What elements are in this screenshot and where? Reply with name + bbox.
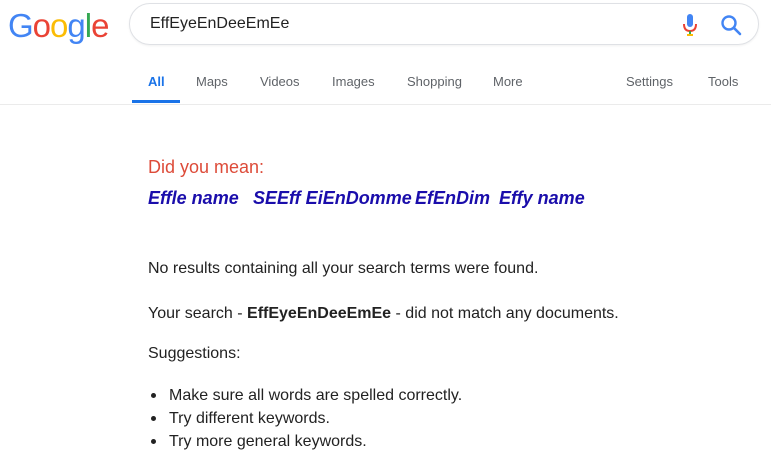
tab-more[interactable]: More <box>493 74 523 89</box>
active-tab-indicator <box>132 100 180 103</box>
list-item: Make sure all words are spelled correctl… <box>148 384 462 407</box>
tab-images[interactable]: Images <box>332 74 375 89</box>
your-search-prefix: Your search - <box>148 305 248 322</box>
logo-letter: o <box>50 7 68 44</box>
list-item: Try more general keywords. <box>148 430 462 453</box>
no-results-message: No results containing all your search te… <box>148 260 539 277</box>
search-icon[interactable] <box>720 14 742 36</box>
did-you-mean-label: Did you mean: <box>148 157 265 177</box>
logo-letter: o <box>32 7 51 44</box>
suggestion-link[interactable]: Effle name <box>148 188 239 209</box>
tab-settings[interactable]: Settings <box>626 74 673 89</box>
your-search-query: EffEyeEnDeeEmEe <box>247 305 392 322</box>
logo-letter: G <box>8 7 34 44</box>
search-tabs: All Maps Videos Images Shopping More Set… <box>0 60 771 105</box>
logo-letter: e <box>91 7 109 44</box>
tab-videos[interactable]: Videos <box>260 74 300 89</box>
search-input[interactable] <box>150 4 630 44</box>
suggestion-link[interactable]: EfEnDim <box>415 188 490 209</box>
google-logo[interactable]: Google <box>8 7 109 44</box>
suggestion-link[interactable]: SEEff EiEnDomme <box>253 188 412 209</box>
suggestion-link[interactable]: Effy name <box>499 188 585 209</box>
microphone-icon[interactable] <box>681 13 699 37</box>
search-box <box>129 3 759 45</box>
tab-shopping[interactable]: Shopping <box>407 74 462 89</box>
your-search-message: Your search - EffEyeEnDeeEmEe - did not … <box>148 305 619 323</box>
suggestions-list: Make sure all words are spelled correctl… <box>148 384 462 453</box>
tab-maps[interactable]: Maps <box>196 74 228 89</box>
logo-letter: g <box>67 7 85 44</box>
suggestions-heading: Suggestions: <box>148 345 241 362</box>
tab-tools[interactable]: Tools <box>708 74 738 89</box>
list-item: Try different keywords. <box>148 407 462 430</box>
your-search-suffix: - did not match any documents. <box>391 305 619 322</box>
tab-all[interactable]: All <box>148 74 165 89</box>
